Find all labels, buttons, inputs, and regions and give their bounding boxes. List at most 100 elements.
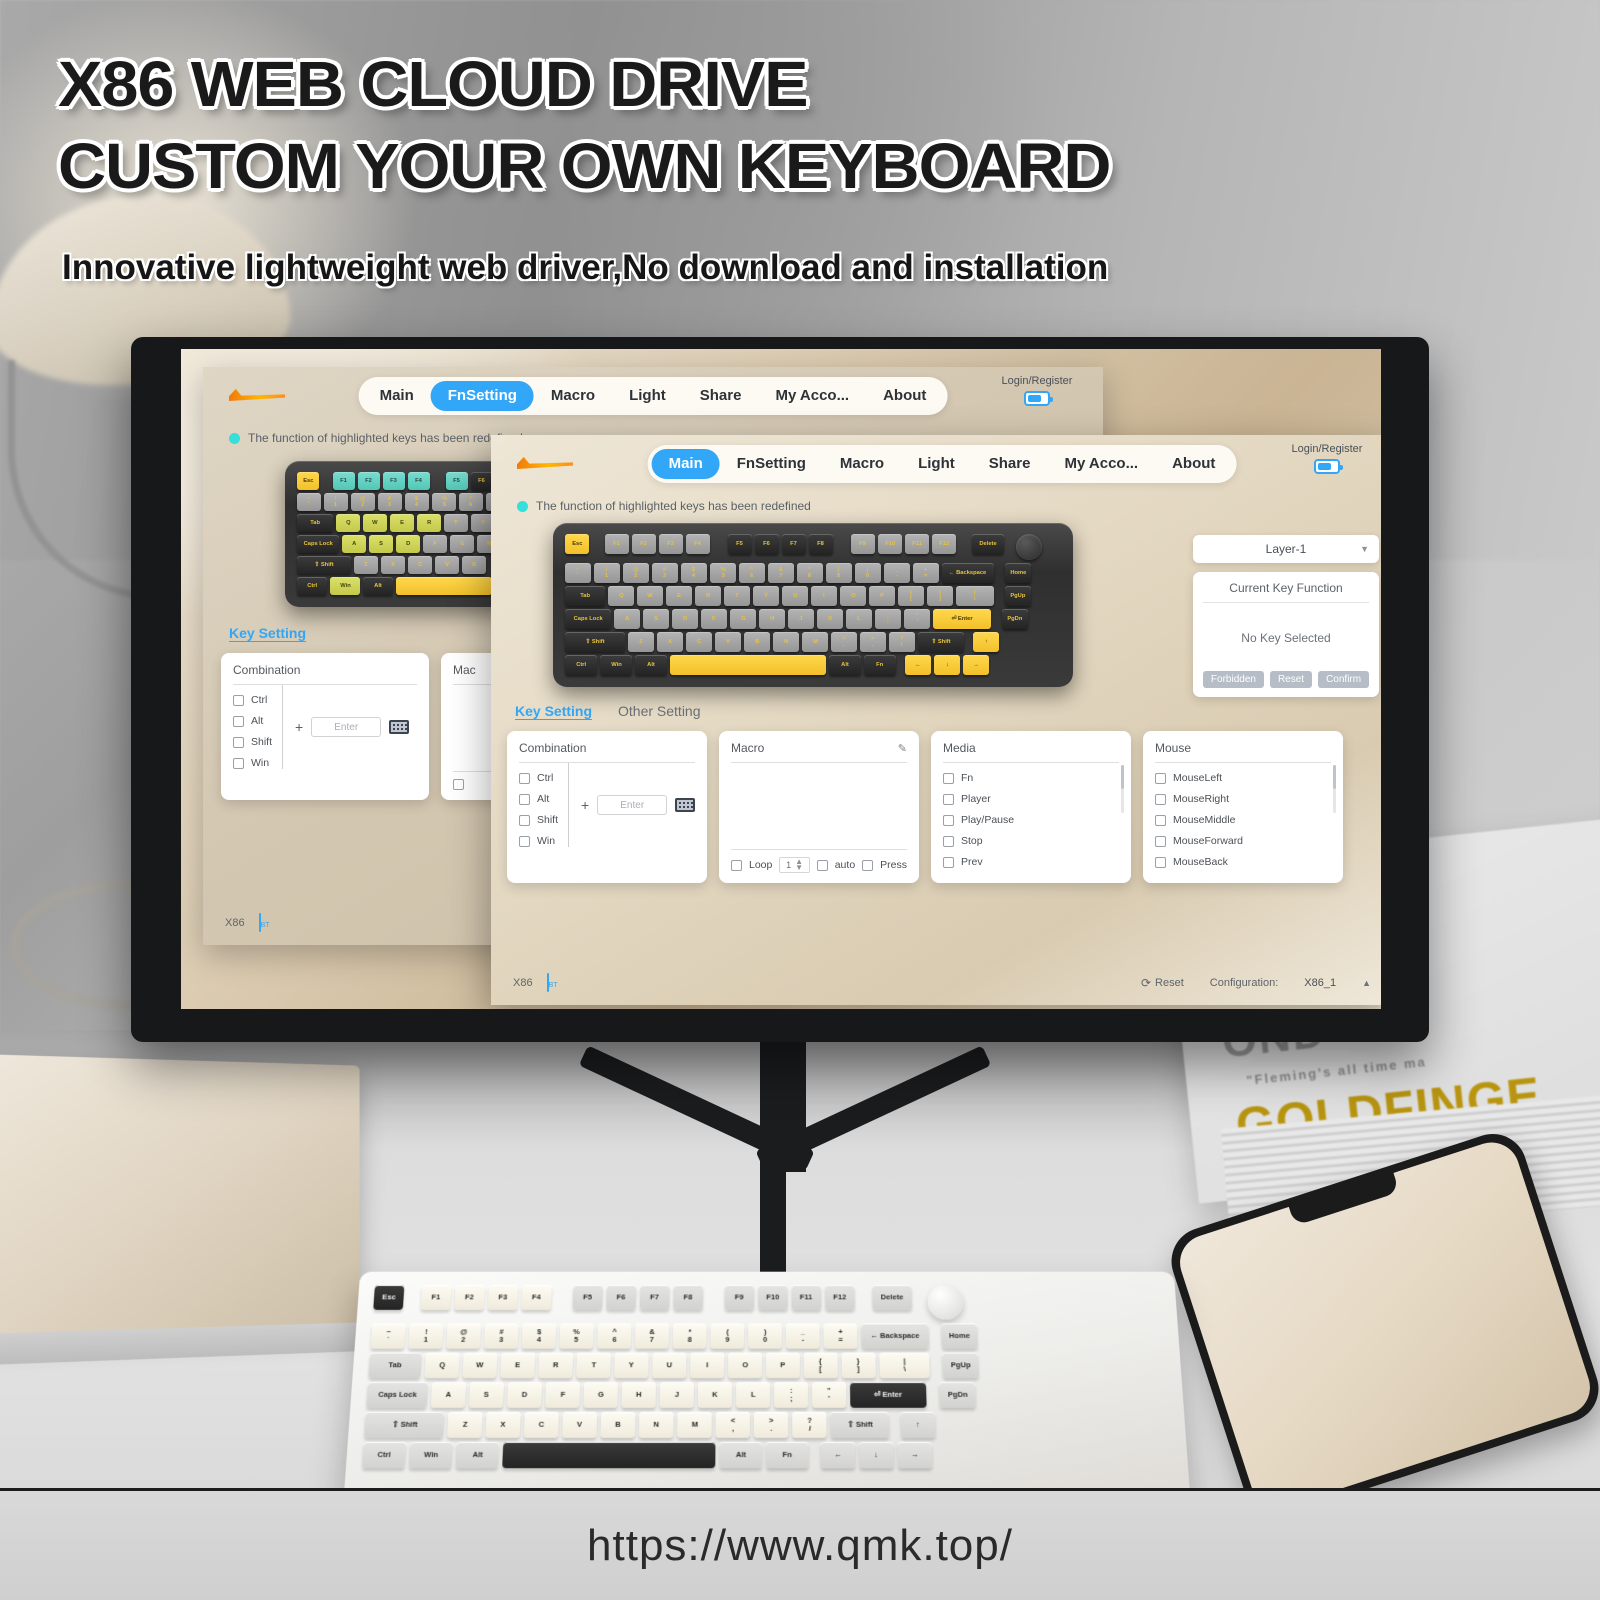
key-w[interactable]: W [462, 1352, 498, 1379]
key-4[interactable]: $ 4 [681, 563, 707, 583]
combination-row[interactable]: Shift [519, 814, 558, 826]
stepper-arrows-icon[interactable]: ▲ ▼ [795, 857, 803, 871]
key-f12[interactable]: F12 [932, 534, 956, 554]
back-combination-row[interactable]: Ctrl [233, 694, 272, 706]
mouse-row[interactable]: MouseMiddle [1155, 814, 1331, 826]
key-alt[interactable]: Alt [635, 655, 667, 675]
media-checkbox-player[interactable] [943, 793, 954, 805]
key-a[interactable]: A [430, 1382, 467, 1408]
chevron-up-icon[interactable]: ▲ [1362, 978, 1371, 988]
key-f[interactable]: F [701, 609, 727, 629]
key-f10[interactable]: F10 [878, 534, 902, 554]
nav-item-main[interactable]: Main [363, 381, 431, 411]
macro-auto-checkbox[interactable] [816, 859, 828, 871]
key-2[interactable]: @ 2 [623, 563, 649, 583]
key-tab[interactable]: Tab [297, 514, 333, 532]
back-keyboard-picker-icon[interactable] [389, 720, 410, 734]
nav-item-fnsetting[interactable]: FnSetting [430, 381, 534, 411]
rotary-knob[interactable] [1016, 534, 1042, 560]
key-g[interactable]: G [730, 609, 756, 629]
key-e[interactable]: E [666, 586, 692, 606]
bluetooth-icon[interactable]: BT [546, 973, 558, 992]
back-combination-row[interactable]: Alt [233, 715, 272, 727]
key-[interactable]: ~ ` [565, 563, 591, 583]
key-g[interactable]: G [450, 535, 474, 553]
key-f6[interactable]: F6 [471, 472, 493, 490]
mouse-checkbox-mousemiddle[interactable] [1155, 814, 1166, 826]
media-checkboxes[interactable]: Fn Player Play/Pause Stop Prev [943, 772, 1119, 868]
key-[interactable]: < , [715, 1411, 750, 1438]
back-login-register[interactable]: Login/Register [989, 375, 1085, 406]
back-combination-row[interactable]: Shift [233, 736, 272, 748]
key-esc[interactable]: Esc [297, 472, 319, 490]
key-[interactable]: ↑ [973, 632, 999, 652]
media-scrollbar[interactable] [1121, 765, 1124, 813]
media-row[interactable]: Fn [943, 772, 1119, 784]
mouse-row[interactable]: MouseLeft [1155, 772, 1331, 784]
key-f4[interactable]: F4 [686, 534, 710, 554]
key-f[interactable]: F [423, 535, 447, 553]
key-[interactable]: + = [913, 563, 939, 583]
key-alt[interactable]: Alt [719, 1441, 762, 1469]
key-f6[interactable]: F6 [755, 534, 779, 554]
key-[interactable]: ~ ` [297, 493, 321, 511]
key-r[interactable]: R [417, 514, 441, 532]
nav-item-light[interactable]: Light [901, 449, 972, 479]
key-p[interactable]: P [869, 586, 895, 606]
key-tab[interactable]: Tab [368, 1352, 422, 1379]
key-3[interactable]: # 3 [652, 563, 678, 583]
key-[interactable]: } ] [841, 1352, 876, 1379]
key-5[interactable]: % 5 [559, 1323, 594, 1349]
key-[interactable]: + = [823, 1323, 858, 1349]
mouse-row[interactable]: MouseRight [1155, 793, 1331, 805]
key-6[interactable]: ^ 6 [739, 563, 765, 583]
nav-item-share[interactable]: Share [972, 449, 1048, 479]
key-delete[interactable]: Delete [872, 1285, 913, 1310]
key-[interactable]: ↓ [934, 655, 960, 675]
key-home[interactable]: Home [1005, 563, 1031, 583]
macro-loop-checkbox[interactable] [731, 859, 742, 871]
reset-button[interactable]: Reset [1269, 671, 1313, 688]
key-f1[interactable]: F1 [420, 1285, 452, 1310]
key-caps-lock[interactable]: Caps Lock [565, 609, 611, 629]
key-i[interactable]: I [811, 586, 837, 606]
key-6[interactable]: ^ 6 [597, 1323, 632, 1349]
mouse-checkbox-mouseright[interactable] [1155, 793, 1166, 805]
media-checkbox-prev[interactable] [943, 856, 954, 868]
key-e[interactable]: E [500, 1352, 536, 1379]
media-checkbox-stop[interactable] [943, 835, 954, 847]
key-f8[interactable]: F8 [673, 1285, 704, 1310]
key-fn[interactable]: Fn [765, 1441, 809, 1469]
back-combination-card[interactable]: Combination Ctrl Alt Shift Win + Enter [221, 653, 429, 800]
combination-row[interactable]: Win [519, 835, 558, 847]
back-combination-checkbox-ctrl[interactable] [233, 694, 244, 706]
key-[interactable]: } ] [927, 586, 953, 606]
key-5[interactable]: % 5 [710, 563, 736, 583]
key-s[interactable]: S [643, 609, 669, 629]
key-ctrl[interactable]: Ctrl [565, 655, 597, 675]
key-f1[interactable]: F1 [605, 534, 629, 554]
key-f[interactable]: F [545, 1382, 581, 1408]
macro-loop-count[interactable]: 1 ▲ ▼ [779, 857, 810, 873]
nav-item-about[interactable]: About [1155, 449, 1232, 479]
key-f1[interactable]: F1 [333, 472, 355, 490]
media-row[interactable]: Play/Pause [943, 814, 1119, 826]
key-[interactable]: < , [831, 632, 857, 652]
key-j[interactable]: J [788, 609, 814, 629]
key-[interactable]: ~ ` [370, 1323, 406, 1349]
key-ctrl[interactable]: Ctrl [362, 1441, 407, 1469]
key-f4[interactable]: F4 [521, 1285, 552, 1310]
key-m[interactable]: M [677, 1411, 712, 1438]
macro-press-checkbox[interactable] [862, 859, 874, 871]
mouse-row[interactable]: MouseBack [1155, 856, 1331, 868]
key-[interactable]: ← [820, 1441, 856, 1469]
key-0[interactable]: ) 0 [855, 563, 881, 583]
key-[interactable]: ↓ [858, 1441, 894, 1469]
configuration-value[interactable]: X86_1 [1304, 977, 1336, 989]
back-combination-row[interactable]: Win [233, 757, 272, 769]
key-f2[interactable]: F2 [454, 1285, 485, 1310]
combination-checkbox-alt[interactable] [519, 793, 530, 805]
key-7[interactable]: & 7 [768, 563, 794, 583]
app-window-main[interactable]: Main FnSetting Macro Light Share My Acco... Ab… [491, 435, 1381, 1005]
main-nav-pill[interactable]: Main FnSetting Macro Light Share My Acco... Ab… [647, 445, 1237, 483]
